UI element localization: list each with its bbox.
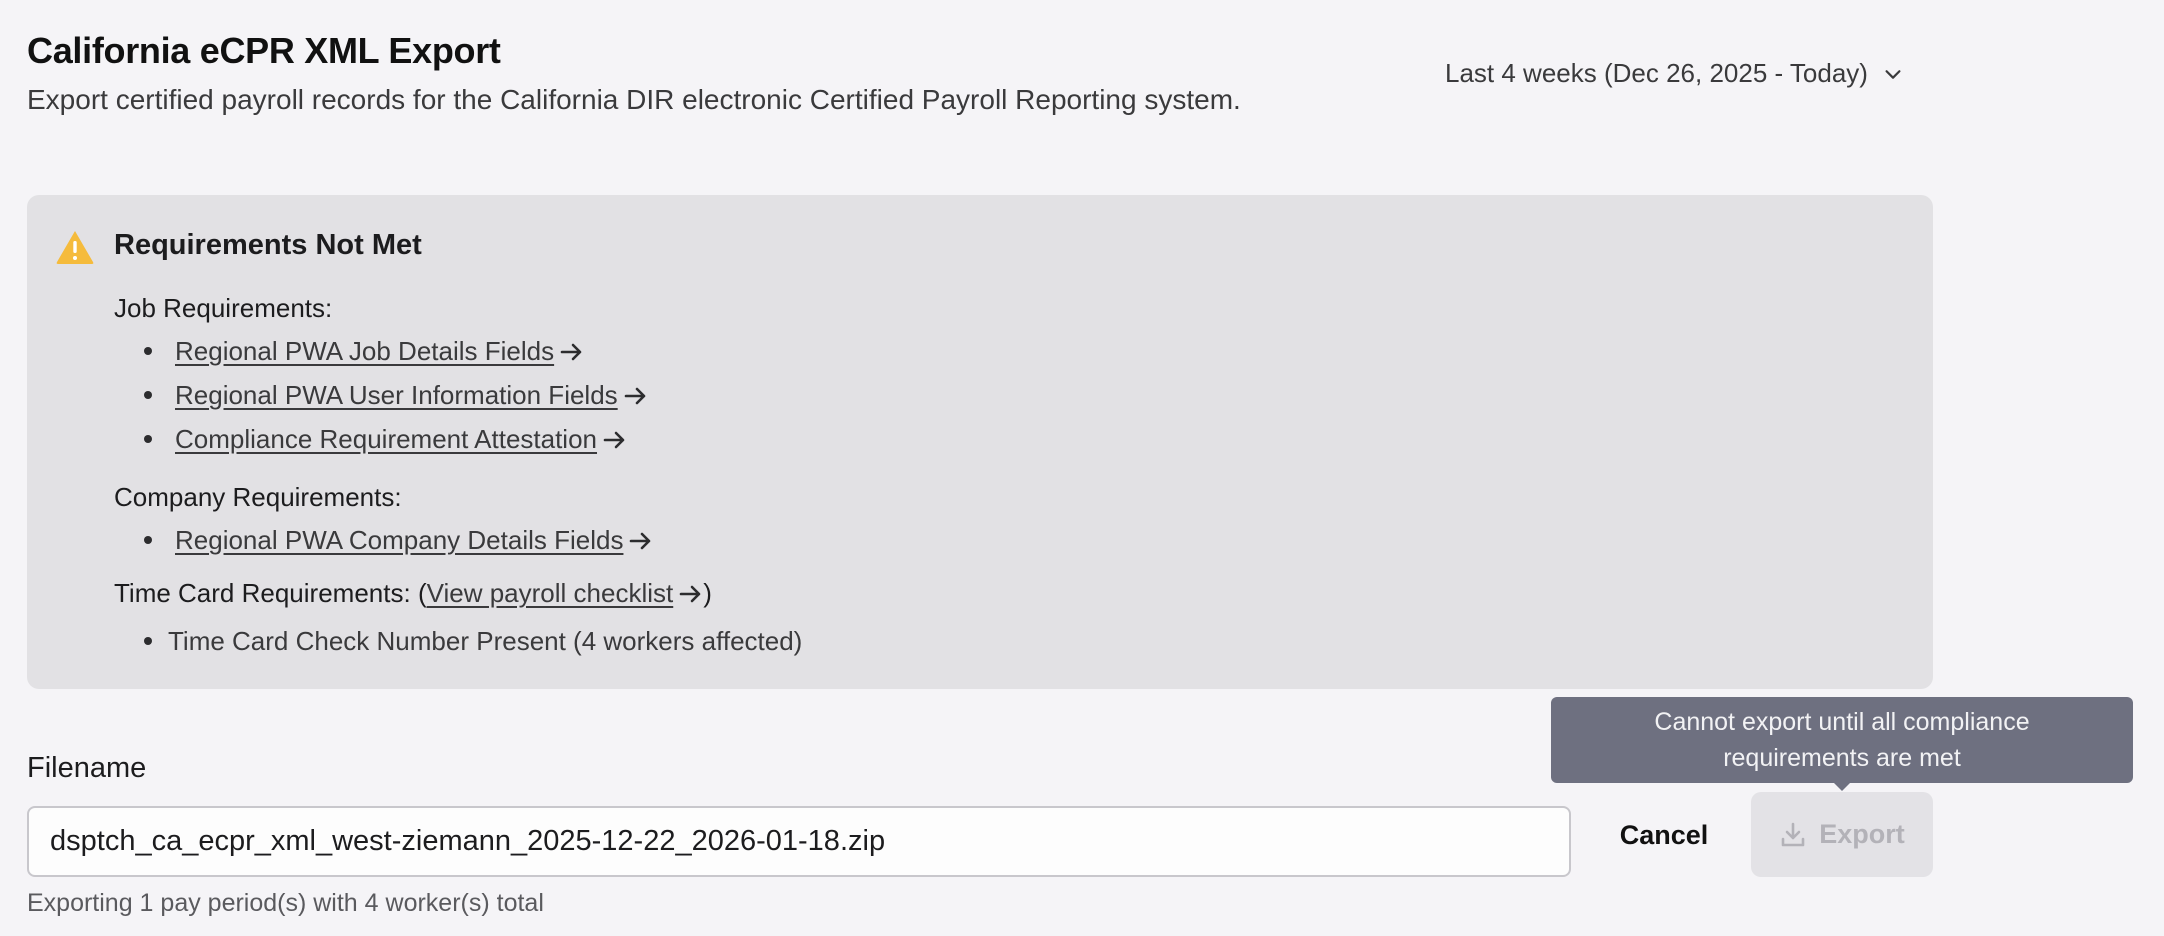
company-requirements-label: Company Requirements:	[114, 482, 402, 512]
arrow-right-icon	[624, 387, 645, 405]
paren-close: )	[703, 578, 712, 608]
payroll-checklist-link[interactable]: View payroll checklist	[427, 578, 674, 608]
company-details-link[interactable]: Regional PWA Company Details Fields	[175, 525, 623, 555]
time-card-requirements: Time Card Requirements: (View payroll ch…	[114, 578, 712, 609]
date-range-label: Last 4 weeks (Dec 26, 2025 - Today)	[1445, 58, 1868, 88]
time-card-requirements-list: Time Card Check Number Present (4 worker…	[144, 619, 802, 663]
arrow-right-icon	[603, 431, 625, 449]
arrow-right-icon	[679, 585, 701, 603]
requirements-alert: Requirements Not Met Job Requirements: R…	[27, 195, 1933, 689]
date-range-selector[interactable]: Last 4 weeks (Dec 26, 2025 - Today)	[1445, 58, 1904, 89]
job-requirements-list: Regional PWA Job Details Fields Regional…	[144, 329, 648, 461]
list-item: Regional PWA User Information Fields	[144, 373, 648, 417]
company-requirements-list: Regional PWA Company Details Fields	[144, 518, 653, 562]
arrow-right-icon	[630, 532, 651, 550]
time-card-item: Time Card Check Number Present (4 worker…	[168, 626, 803, 656]
filename-label: Filename	[27, 752, 147, 784]
page-title: California eCPR XML Export	[27, 30, 501, 71]
export-button[interactable]: Export	[1751, 792, 1933, 877]
export-button-label: Export	[1819, 819, 1905, 849]
filename-input[interactable]	[27, 806, 1571, 877]
ecpr-export-page: California eCPR XML Export Export certif…	[0, 0, 2164, 936]
list-item: Regional PWA Job Details Fields	[144, 329, 648, 373]
attestation-link[interactable]: Compliance Requirement Attestation	[175, 424, 597, 454]
arrow-right-icon	[560, 343, 582, 361]
warning-icon	[56, 231, 94, 264]
tooltip-line-1: Cannot export until all compliance	[1654, 708, 2030, 736]
chevron-down-icon	[1885, 69, 1901, 79]
user-information-link[interactable]: Regional PWA User Information Fields	[175, 380, 618, 410]
alert-title: Requirements Not Met	[114, 229, 422, 261]
list-item: Compliance Requirement Attestation	[144, 417, 648, 461]
tooltip-line-2: requirements are met	[1723, 744, 1961, 772]
time-card-label: Time Card Requirements:	[114, 578, 411, 608]
cancel-button[interactable]: Cancel	[1598, 792, 1730, 878]
download-icon	[1781, 822, 1805, 846]
job-details-link[interactable]: Regional PWA Job Details Fields	[175, 336, 554, 366]
paren-open: (	[417, 578, 427, 608]
job-requirements-label: Job Requirements:	[114, 293, 333, 323]
list-item: Regional PWA Company Details Fields	[144, 518, 653, 562]
page-subtitle: Export certified payroll records for the…	[27, 84, 1241, 115]
export-disabled-tooltip: Cannot export until all compliance requi…	[1551, 697, 2133, 791]
list-item: Time Card Check Number Present (4 worker…	[144, 619, 802, 663]
export-summary: Exporting 1 pay period(s) with 4 worker(…	[27, 889, 544, 917]
